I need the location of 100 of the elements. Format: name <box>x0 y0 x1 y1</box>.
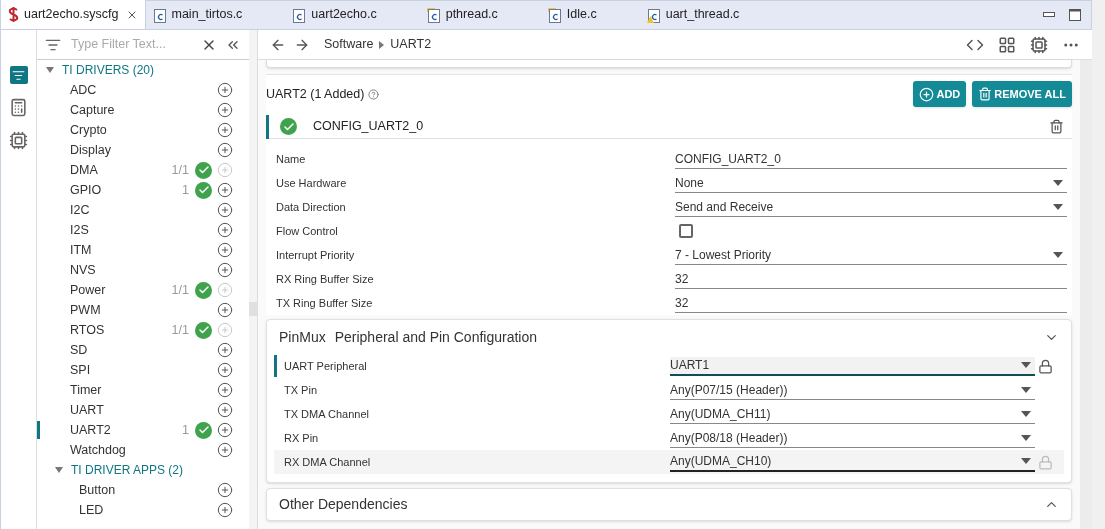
add-icon[interactable] <box>217 342 233 358</box>
sidebar-item[interactable]: Display <box>70 140 111 160</box>
sidebar-item[interactable]: Button <box>79 480 116 500</box>
caret-icon <box>1053 251 1063 258</box>
editor-tab[interactable]: main_tirtos.c <box>145 0 250 29</box>
caret-icon <box>1053 203 1063 210</box>
filter-field[interactable]: Type Filter Text... <box>71 35 199 54</box>
select-dropdown[interactable]: 7 - Lowest Priority <box>675 245 1067 265</box>
field-label: Interrupt Priority <box>276 247 356 263</box>
remove-all-button[interactable]: REMOVE ALL <box>972 81 1072 107</box>
card-title: PinMux <box>279 327 326 347</box>
editor-tab[interactable]: uart2echo.syscfg <box>1 0 146 29</box>
help-icon[interactable] <box>368 88 380 100</box>
instance-name[interactable]: CONFIG_UART2_0 <box>313 117 424 136</box>
add-icon[interactable] <box>217 142 233 158</box>
breadcrumb-item[interactable]: UART2 <box>390 35 432 54</box>
caret-icon <box>1021 458 1031 464</box>
select-dropdown[interactable]: None <box>675 173 1067 193</box>
add-icon[interactable] <box>217 242 233 258</box>
add-icon[interactable] <box>217 302 233 318</box>
select-dropdown[interactable]: Send and Receive <box>675 197 1067 217</box>
text-field[interactable]: 32 <box>675 293 1067 313</box>
list-view-icon[interactable] <box>9 66 28 84</box>
add-icon[interactable] <box>217 82 233 98</box>
delete-icon[interactable] <box>1049 119 1064 134</box>
text-field[interactable]: CONFIG_UART2_0 <box>675 149 1067 169</box>
add-icon[interactable] <box>217 442 233 458</box>
add-icon[interactable] <box>217 262 233 278</box>
sidebar-item[interactable]: Crypto <box>70 120 107 140</box>
sidebar-item[interactable]: ADC <box>70 80 97 100</box>
card-subtitle: Peripheral and Pin Configuration <box>334 327 538 347</box>
sidebar-item[interactable]: Watchdog <box>70 440 126 460</box>
instance-count: 1/1 <box>171 161 189 179</box>
add-icon[interactable] <box>217 422 233 438</box>
caret-icon <box>1021 362 1031 368</box>
select-dropdown[interactable]: UART1 <box>670 356 1035 376</box>
sidebar-item[interactable]: SPI <box>70 360 91 380</box>
add-icon[interactable] <box>217 482 233 498</box>
lock-icon[interactable] <box>1038 358 1053 374</box>
sidebar-item[interactable]: Power <box>70 280 106 300</box>
group-header[interactable]: TI DRIVERS (20) <box>62 61 154 79</box>
add-icon[interactable] <box>217 402 233 418</box>
text-field[interactable]: 32 <box>675 269 1067 289</box>
checkbox[interactable] <box>679 224 693 238</box>
sidebar-item[interactable]: ITM <box>70 240 92 260</box>
chip-icon[interactable] <box>9 131 28 150</box>
c-file-icon <box>292 6 307 23</box>
field-label: UART Peripheral <box>284 358 368 374</box>
add-icon[interactable] <box>217 182 233 198</box>
editor-tab[interactable]: Idle.c <box>540 0 604 29</box>
caret-icon <box>1021 410 1031 417</box>
expand-triangle-icon[interactable] <box>55 467 63 473</box>
calculator-icon[interactable] <box>9 98 28 117</box>
card-title: Other Dependencies <box>279 495 408 514</box>
c-file-icon <box>152 6 167 23</box>
add-icon[interactable] <box>217 222 233 238</box>
chip-icon[interactable] <box>1030 35 1048 54</box>
field-label: RX Ring Buffer Size <box>276 271 375 287</box>
caret-icon <box>1021 434 1031 441</box>
add-icon[interactable] <box>217 202 233 218</box>
editor-tab[interactable]: pthread.c <box>419 0 505 29</box>
sidebar-item[interactable]: Timer <box>70 380 102 400</box>
sidebar-item[interactable]: DMA <box>70 160 98 180</box>
add-button[interactable]: ADD <box>913 81 967 107</box>
maximize-icon[interactable] <box>1069 8 1081 21</box>
breadcrumb-item[interactable]: Software <box>324 35 374 54</box>
editor-tab[interactable]: uart_thread.c <box>639 0 747 29</box>
sidebar-item[interactable]: SD <box>70 340 88 360</box>
sidebar-item[interactable]: NVS <box>70 260 96 280</box>
select-dropdown[interactable]: Any(P07/15 (Header)) <box>670 380 1035 400</box>
grid-icon[interactable] <box>998 35 1016 54</box>
field-label: RX Pin <box>284 430 320 446</box>
sidebar-item[interactable]: I2C <box>70 200 90 220</box>
logo-icon <box>8 7 19 22</box>
sidebar-item[interactable]: Capture <box>70 100 115 120</box>
instance-count: 1/1 <box>171 281 189 299</box>
select-dropdown[interactable]: Any(P08/18 (Header)) <box>670 428 1035 448</box>
select-dropdown[interactable]: Any(UDMA_CH11) <box>670 404 1035 424</box>
add-icon[interactable] <box>217 382 233 398</box>
add-icon[interactable] <box>217 362 233 378</box>
sidebar-item[interactable]: I2S <box>70 220 89 240</box>
plus-icon <box>919 86 935 102</box>
field-label: Data Direction <box>276 199 347 215</box>
c-file-icon <box>547 6 562 23</box>
sidebar-item[interactable]: RTOS <box>70 320 105 340</box>
c-file-icon <box>646 6 661 23</box>
sidebar-item[interactable]: UART <box>70 400 104 420</box>
group-header[interactable]: TI DRIVER APPS (2) <box>71 461 184 479</box>
sidebar-item[interactable]: UART2 <box>70 420 111 440</box>
sidebar-item[interactable]: PWM <box>70 300 101 320</box>
add-icon[interactable] <box>217 502 233 518</box>
editor-tab[interactable]: uart2echo.c <box>285 0 384 29</box>
expand-triangle-icon[interactable] <box>46 67 54 73</box>
select-dropdown[interactable]: Any(UDMA_CH10) <box>670 452 1035 472</box>
add-icon[interactable] <box>217 122 233 138</box>
sidebar-item[interactable]: GPIO <box>70 180 102 200</box>
minimize-icon[interactable] <box>1043 12 1055 17</box>
sidebar-item[interactable]: LED <box>79 500 104 520</box>
field-label: TX DMA Channel <box>284 406 370 422</box>
add-icon[interactable] <box>217 102 233 118</box>
